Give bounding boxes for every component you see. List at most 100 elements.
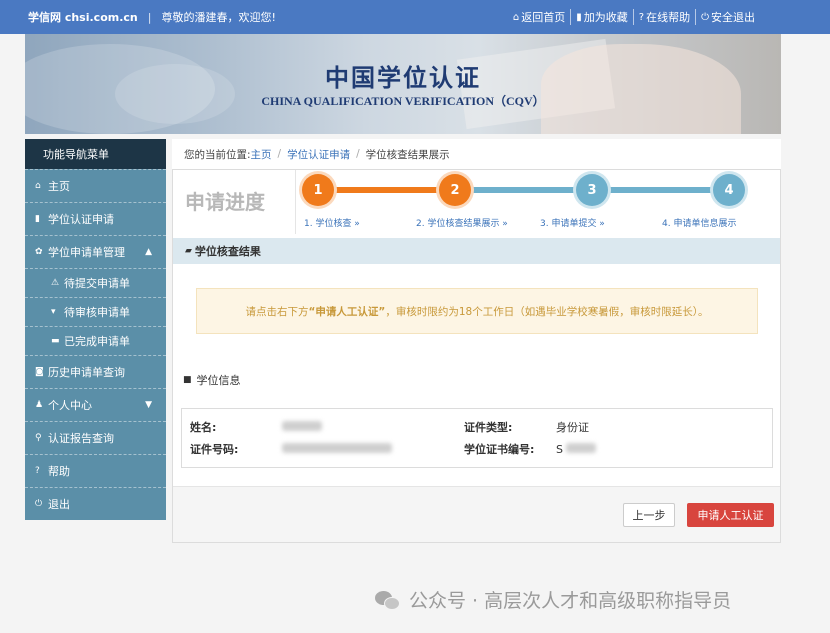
- user-icon: ♟: [35, 400, 44, 410]
- notice-box: 请点击右下方 “申请人工认证” ，审核时限约为18个工作日（如遇毕业学校寒暑假，审核…: [196, 288, 758, 334]
- video-icon: ■: [183, 375, 192, 385]
- result-section-header: ▰ 学位核查结果: [173, 238, 780, 264]
- top-links: ⌂ 返回首页 ▮ 加为收藏 ? 在线帮助 ⏻ 安全退出: [508, 0, 760, 34]
- banner: 中国学位认证 CHINA QUALIFICATION VERIFICATION（…: [25, 34, 781, 134]
- sidebar-nav: 功能导航菜单 ⌂ 主页 ▮ 学位认证申请 ✿ 学位申请单管理 ▲ ⚠ 待提交申请…: [25, 139, 166, 520]
- sidebar-header: 功能导航菜单: [25, 139, 166, 169]
- comment-icon: ▰: [185, 246, 192, 256]
- name-value-redacted: [282, 420, 322, 434]
- breadcrumb-current: 学位核查结果展示: [365, 148, 450, 161]
- notice-highlight: “申请人工认证”: [308, 305, 386, 318]
- sidebar-item-home[interactable]: ⌂ 主页: [25, 169, 166, 202]
- info-section-header: ■ 学位信息: [183, 372, 241, 388]
- cert-number-value: S: [556, 442, 596, 456]
- gear-icon: ✿: [35, 247, 43, 257]
- home-link[interactable]: ⌂ 返回首页: [508, 9, 572, 25]
- step-3-circle: 3: [576, 174, 608, 206]
- help-icon: ?: [35, 466, 40, 476]
- search-icon: ⚲: [35, 433, 42, 443]
- sidebar-item-logout[interactable]: ⏻ 退出: [25, 487, 166, 520]
- watermark: 公众号 · 高层次人才和高级职称指导员: [375, 586, 731, 613]
- logout-link[interactable]: ⏻ 安全退出: [696, 9, 760, 25]
- breadcrumb-separator: /: [356, 148, 360, 160]
- bookmark-icon: ▮: [576, 11, 582, 23]
- action-bar: 上一步 申请人工认证: [173, 486, 780, 542]
- home-icon: ⌂: [512, 11, 520, 23]
- name-label: 姓名:: [190, 421, 217, 434]
- top-bar: 学信网 chsi.com.cn | 尊敬的潘建春，欢迎您! ⌂ 返回首页 ▮ 加…: [0, 0, 830, 34]
- sidebar-item-label: 认证报告查询: [48, 432, 114, 445]
- sidebar-item-label: 个人中心: [48, 399, 92, 412]
- progress-title: 申请进度: [185, 190, 265, 214]
- camera-icon: ◙: [35, 367, 44, 377]
- help-icon: ?: [638, 11, 645, 23]
- previous-step-button[interactable]: 上一步: [623, 503, 675, 527]
- apply-manual-verification-button[interactable]: 申请人工认证: [687, 503, 774, 527]
- sidebar-item-completed[interactable]: ▬ 已完成申请单: [25, 326, 166, 355]
- breadcrumb-separator: /: [277, 148, 282, 160]
- sidebar-item-label: 学位认证申请: [48, 213, 114, 226]
- power-icon: ⏻: [701, 11, 709, 23]
- sidebar-item-manage[interactable]: ✿ 学位申请单管理 ▲: [25, 235, 166, 268]
- inbox-icon: ▬: [51, 336, 60, 346]
- cart-icon: ▾: [51, 307, 56, 317]
- banner-title-en: CHINA QUALIFICATION VERIFICATION（CQV）: [261, 94, 545, 108]
- breadcrumb-home[interactable]: 主页: [251, 147, 272, 162]
- info-section-title: 学位信息: [196, 374, 241, 387]
- sidebar-item-label: 历史申请单查询: [48, 366, 125, 379]
- divider: [295, 170, 296, 234]
- bookmark-link[interactable]: ▮ 加为收藏: [571, 9, 634, 25]
- sidebar-item-label: 学位申请单管理: [48, 246, 125, 259]
- id-number-label: 证件号码:: [190, 443, 239, 456]
- id-number-value-redacted: [282, 442, 392, 456]
- notice-text-after: ，审核时限约为18个工作日（如遇毕业学校寒暑假，审核时限延长）。: [385, 305, 709, 318]
- step-3-label: 3. 申请单提交 »: [540, 219, 605, 229]
- step-1-circle: 1: [302, 174, 334, 206]
- sidebar-item-label: 待提交申请单: [64, 277, 130, 290]
- sidebar-item-label: 退出: [48, 498, 70, 511]
- site-logo[interactable]: 学信网 chsi.com.cn: [0, 9, 138, 25]
- sidebar-item-label: 帮助: [48, 465, 70, 478]
- id-type-label: 证件类型:: [464, 421, 513, 434]
- chevron-down-icon: ▼: [145, 400, 152, 410]
- step-2-label: 2. 学位核查结果展示 »: [416, 219, 508, 229]
- home-link-label: 返回首页: [521, 11, 566, 24]
- breadcrumb-prefix: 您的当前位置:: [184, 148, 251, 161]
- bookmark-link-label: 加为收藏: [583, 11, 628, 24]
- logout-link-label: 安全退出: [711, 11, 755, 24]
- warning-icon: ⚠: [51, 278, 60, 288]
- sidebar-item-profile[interactable]: ♟ 个人中心 ▼: [25, 388, 166, 421]
- info-row: 证件号码: 学位证书编号: S: [182, 439, 772, 459]
- sidebar-item-help[interactable]: ? 帮助: [25, 454, 166, 487]
- breadcrumb: 您的当前位置: 主页 / 学位认证申请 / 学位核查结果展示: [172, 139, 781, 169]
- breadcrumb-apply[interactable]: 学位认证申请: [287, 147, 350, 162]
- id-type-value: 身份证: [556, 421, 589, 434]
- step-4-label: 4. 申请单信息展示: [662, 219, 737, 229]
- info-row: 姓名: 证件类型: 身份证: [182, 417, 772, 437]
- sidebar-item-apply[interactable]: ▮ 学位认证申请: [25, 202, 166, 235]
- watermark-text: 公众号 · 高层次人才和高级职称指导员: [409, 590, 732, 612]
- degree-info-box: 姓名: 证件类型: 身份证 证件号码: 学位证书编号: S: [181, 408, 773, 468]
- main-panel: 申请进度 1 2 3 4 1. 学位核查 » 2. 学位核查结果展示 » 3. …: [172, 169, 781, 543]
- sidebar-item-pending-submit[interactable]: ⚠ 待提交申请单: [25, 268, 166, 297]
- sidebar-item-history[interactable]: ◙ 历史申请单查询: [25, 355, 166, 388]
- cert-number-label: 学位证书编号:: [464, 443, 535, 456]
- step-2-circle: 2: [439, 174, 471, 206]
- sidebar-item-label: 待审核申请单: [64, 306, 130, 319]
- progress-track-done: [318, 187, 455, 193]
- cert-number-prefix: S: [556, 442, 563, 456]
- banner-title-cn: 中国学位认证: [325, 63, 481, 92]
- help-link[interactable]: ? 在线帮助: [634, 9, 697, 25]
- sidebar-item-pending-review[interactable]: ▾ 待审核申请单: [25, 297, 166, 326]
- step-4-circle: 4: [713, 174, 745, 206]
- notice-text-before: 请点击右下方: [245, 305, 309, 318]
- welcome-text: 尊敬的潘建春，欢迎您!: [161, 11, 276, 24]
- divider: |: [147, 10, 152, 24]
- home-icon: ⌂: [35, 181, 41, 191]
- sidebar-item-report[interactable]: ⚲ 认证报告查询: [25, 421, 166, 454]
- sidebar-item-label: 已完成申请单: [64, 335, 130, 348]
- result-section-title: 学位核查结果: [194, 245, 261, 258]
- help-link-label: 在线帮助: [646, 11, 691, 24]
- chevron-up-icon: ▲: [145, 247, 152, 257]
- wechat-icon: [375, 589, 401, 611]
